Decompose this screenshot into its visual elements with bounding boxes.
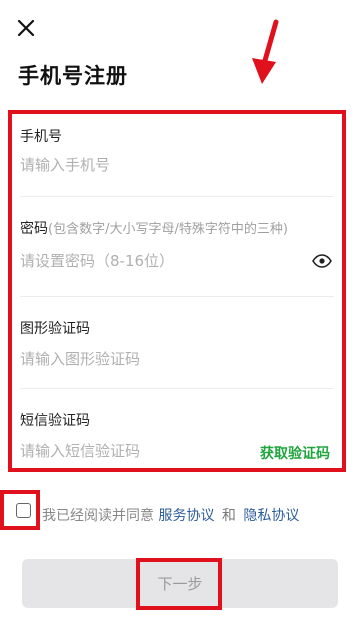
password-hint: (包含数字/大小写字母/特殊字符中的三种)	[48, 222, 288, 237]
service-agreement-link[interactable]: 服务协议	[158, 508, 214, 524]
divider	[20, 196, 334, 197]
sms-field-group: 短信验证码 获取验证码	[20, 410, 334, 470]
page-title: 手机号注册	[18, 64, 128, 88]
captcha-field-group: 图形验证码	[20, 318, 334, 378]
agreement-checkbox[interactable]	[16, 503, 31, 518]
annotation-arrow-icon	[252, 19, 279, 84]
close-icon[interactable]	[14, 16, 38, 40]
sms-label: 短信验证码	[20, 413, 90, 429]
agreement-and: 和	[221, 508, 236, 524]
phone-input[interactable]	[20, 156, 280, 174]
next-step-highlight	[136, 558, 222, 610]
agreement-label: 我已经阅读并同意	[42, 508, 154, 524]
registration-form: 手机号 密码(包含数字/大小写字母/特殊字符中的三种) 图形验证码 短信验证码 …	[8, 110, 346, 472]
divider	[20, 388, 334, 389]
eye-icon[interactable]	[312, 254, 332, 268]
password-label: 密码(包含数字/大小写字母/特殊字符中的三种)	[20, 221, 288, 237]
phone-field-group: 手机号	[20, 126, 334, 186]
password-field-group: 密码(包含数字/大小写字母/特殊字符中的三种)	[20, 218, 334, 288]
sms-code-input[interactable]	[20, 442, 240, 460]
privacy-agreement-link[interactable]: 隐私协议	[243, 508, 299, 524]
agreement-checkbox-highlight	[0, 490, 40, 530]
divider	[20, 296, 334, 297]
phone-label: 手机号	[20, 129, 62, 145]
password-input[interactable]	[20, 252, 280, 270]
captcha-label: 图形验证码	[20, 321, 90, 337]
get-code-button[interactable]: 获取验证码	[260, 443, 330, 463]
captcha-input[interactable]	[20, 350, 280, 368]
agreement-text: 我已经阅读并同意 服务协议 和 隐私协议	[42, 505, 299, 525]
